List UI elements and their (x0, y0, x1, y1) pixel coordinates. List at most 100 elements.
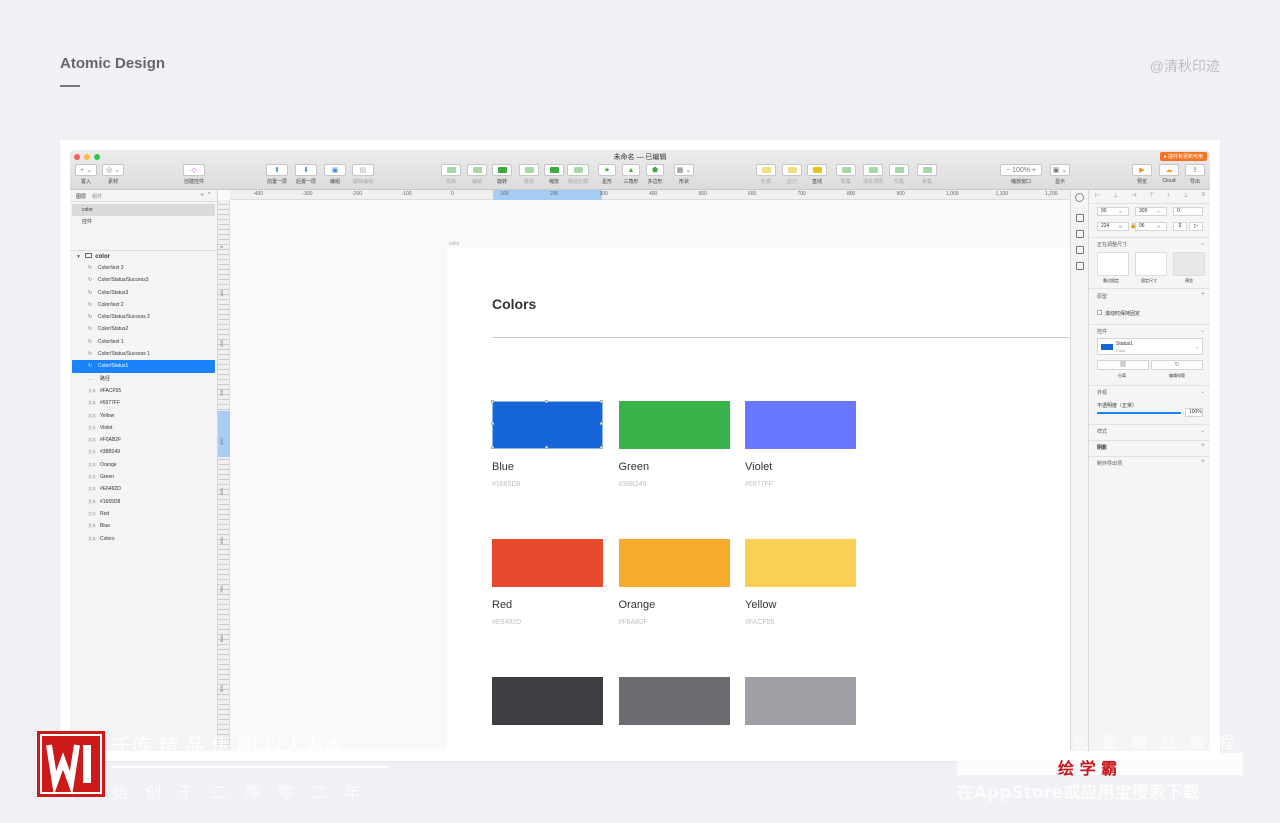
align-icon[interactable]: ⊤ (1149, 192, 1154, 200)
layer-item[interactable]: 文本 Violet (70, 422, 217, 434)
toolbar-button[interactable] (467, 164, 487, 176)
opacity-field[interactable]: 100% (1185, 408, 1203, 417)
toolbar-button[interactable]: ▶ (1132, 164, 1152, 176)
opacity-slider[interactable] (1097, 412, 1181, 414)
toolbar-button[interactable] (889, 164, 909, 176)
toolbar-button[interactable] (863, 164, 883, 176)
layer-item[interactable]: 文本 Red (70, 508, 217, 520)
resize-handle[interactable] (491, 400, 494, 403)
resize-handle[interactable] (491, 422, 494, 425)
add-export-icon[interactable]: + (1201, 458, 1205, 465)
layer-item[interactable]: ↻ Color/text 3 (70, 262, 217, 274)
page-item-color[interactable]: color (72, 204, 215, 216)
toolbar-button[interactable]: ▦ ⌄ (674, 164, 694, 176)
flip-vertical-button[interactable]: ▷ (1189, 222, 1203, 231)
layer-item[interactable]: — 路径 (70, 373, 217, 385)
swatch-name[interactable]: Red (492, 599, 512, 611)
y-field[interactable]: 309 (1135, 207, 1167, 216)
resize-handle[interactable] (600, 422, 603, 425)
toolbar-button[interactable]: + ⌄ (75, 164, 97, 176)
edit-master-button[interactable]: ↻ (1151, 360, 1203, 370)
flip-horizontal-button[interactable]: ⊼ (1173, 222, 1187, 231)
resize-handle[interactable] (545, 446, 548, 449)
circle-icon[interactable] (1075, 193, 1084, 202)
toolbar-button[interactable]: ☁ (1159, 164, 1179, 176)
swatch-name[interactable]: Blue (492, 461, 514, 473)
update-badge[interactable]: ● 插件有更新可用 (1159, 152, 1207, 161)
layer-item[interactable]: 文本 Colors (70, 533, 217, 545)
preview-option[interactable] (1173, 252, 1205, 276)
layer-item[interactable]: ↻ Color/Status1 (72, 360, 215, 373)
toolbar-button[interactable] (782, 164, 802, 176)
toolbar-button[interactable] (519, 164, 539, 176)
toolbar-button[interactable]: ★ (598, 164, 616, 176)
toolbar-button[interactable]: ▣ ⌄ (1050, 164, 1070, 176)
toolbar-button[interactable]: ⬆ (266, 164, 288, 176)
layer-item[interactable]: 文本 #FACF55 (70, 385, 217, 397)
layer-item[interactable]: 文本 #6977FF (70, 397, 217, 409)
align-icon[interactable]: ⊢ (1095, 192, 1100, 200)
x-field[interactable]: 90 (1097, 207, 1129, 216)
disclosure-triangle-icon[interactable]: ▼ (76, 254, 81, 260)
color-swatch-gray-1[interactable] (492, 677, 603, 725)
layer-item[interactable]: ↻ Color/Status3 (70, 287, 217, 299)
toolbar-button[interactable] (492, 164, 512, 176)
toolbar-button[interactable] (441, 164, 461, 176)
layer-item[interactable]: ↻ Color/Status/Success 2 (70, 311, 217, 323)
layer-item[interactable]: 文本 #1665D8 (70, 496, 217, 508)
toolbar-button[interactable] (544, 164, 564, 176)
toolbar-button[interactable]: ◎ ⌄ (102, 164, 124, 176)
height-field[interactable]: 96 (1135, 222, 1167, 231)
resize-handle[interactable] (545, 400, 548, 403)
swatch-hex[interactable]: #F6AB2F (619, 619, 649, 626)
swatch-hex[interactable]: #FACF55 (745, 619, 775, 626)
chevron-down-icon[interactable]: ⌄ (1200, 427, 1205, 434)
color-swatch-violet[interactable] (745, 401, 856, 449)
toolbar-button[interactable]: ⬇ (295, 164, 317, 176)
toolbar-button[interactable] (567, 164, 589, 176)
toolbar-button[interactable]: ▤ (352, 164, 374, 176)
toolbar-button[interactable]: − 100% + (1000, 164, 1042, 176)
artboard-heading[interactable]: Colors (492, 296, 536, 312)
layer-item[interactable]: ↻ Color/Status2 (70, 323, 217, 335)
toolbar-button[interactable]: ⬟ (646, 164, 664, 176)
detach-button[interactable]: ⛓ (1097, 360, 1149, 370)
color-swatch-red[interactable] (492, 539, 603, 587)
toolbar-button[interactable] (836, 164, 856, 176)
layer-item[interactable]: 文本 #38B249 (70, 446, 217, 458)
layer-item[interactable]: 文本 #F6AB2F (70, 434, 217, 446)
color-swatch-gray-3[interactable] (745, 677, 856, 725)
color-swatch-orange[interactable] (618, 539, 730, 587)
layer-item[interactable]: ↻ Color/text 2 (70, 299, 217, 311)
layer-item[interactable]: ↻ Color/Status/Success3 (70, 274, 217, 286)
chevron-down-icon[interactable]: ⌄ (1200, 388, 1205, 395)
layer-item[interactable]: 文本 #E6492D (70, 483, 217, 495)
layer-item[interactable]: 文本 Yellow (70, 410, 217, 422)
heading-divider[interactable] (492, 337, 1070, 338)
layer-item[interactable]: ↻ Color/text 1 (70, 336, 217, 348)
align-icon[interactable]: ⊥ (1113, 192, 1118, 200)
pin-to-edge-option[interactable] (1097, 252, 1129, 276)
add-shadow-icon[interactable]: + (1201, 442, 1205, 449)
add-prototype-icon[interactable]: + (1201, 291, 1205, 298)
symbol-picker[interactable]: Status1 Color ⌄ (1097, 338, 1203, 355)
artboard-label[interactable]: color (449, 241, 460, 247)
toolbar-button[interactable]: ▣ (324, 164, 346, 176)
layout-icon[interactable] (1075, 246, 1084, 254)
resize-handle[interactable] (600, 446, 603, 449)
add-page-icon[interactable]: + ⌃ (200, 191, 212, 199)
tab-layers[interactable]: 图层 (76, 193, 86, 200)
layer-item[interactable]: 文本 Green (70, 471, 217, 483)
toolbar-button[interactable] (756, 164, 776, 176)
page-item-controls[interactable]: 控件 (70, 216, 217, 228)
swatch-hex[interactable]: #1665D8 (492, 481, 520, 488)
color-swatch-gray-2[interactable] (618, 677, 730, 725)
layer-item[interactable]: ↻ Color/Status/Success 1 (70, 348, 217, 360)
toolbar-button[interactable]: ⇪ (1185, 164, 1205, 176)
swatch-hex[interactable]: #E6492D (492, 619, 521, 626)
fix-scroll-checkbox[interactable] (1097, 310, 1102, 315)
width-field[interactable]: 224 (1097, 222, 1129, 231)
tab-components[interactable]: 组件 (92, 193, 102, 200)
canvas[interactable]: color Colors Blue #1665D8 Green #38B249 Viol… (230, 200, 1070, 751)
fixed-size-option[interactable] (1135, 252, 1167, 276)
